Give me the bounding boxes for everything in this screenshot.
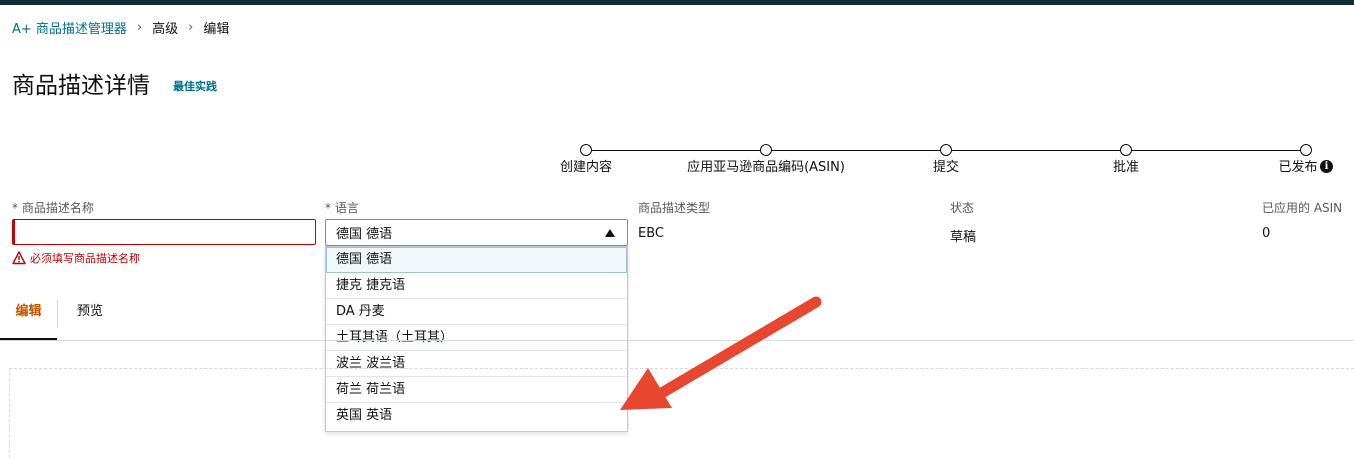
tab-edit[interactable]: 编辑 xyxy=(0,298,57,340)
step-dot-submit xyxy=(940,144,952,156)
status-label: 状态 xyxy=(950,201,975,215)
applied-asin-value: 0 xyxy=(1262,226,1271,241)
language-field-label: * 语言 xyxy=(325,201,359,215)
step-dot-apply-asin xyxy=(760,144,772,156)
tab-bar: 编辑 预览 xyxy=(0,298,1354,341)
top-bar xyxy=(0,0,1354,5)
applied-asin-label: 已应用的 ASIN xyxy=(1262,201,1343,215)
step-label-create: 创建内容 xyxy=(559,160,613,175)
step-label-published: 已发布 xyxy=(1278,160,1318,175)
language-option-cz[interactable]: 捷克 捷克语 xyxy=(326,273,627,299)
editor-drop-area[interactable] xyxy=(9,368,1354,458)
language-select[interactable]: 德国 德语 xyxy=(325,219,628,246)
caret-up-icon xyxy=(605,229,615,237)
step-label-approve: 批准 xyxy=(1112,160,1140,175)
name-error-message: 必须填写商品描述名称 xyxy=(12,250,140,266)
language-option-de[interactable]: 德国 德语 xyxy=(326,247,627,273)
breadcrumb-item-manager[interactable]: A+ 商品描述管理器 xyxy=(12,18,127,37)
language-selected-value: 德国 德语 xyxy=(336,227,393,242)
chevron-right-icon: › xyxy=(136,19,143,35)
best-practices-link[interactable]: 最佳实践 xyxy=(173,78,217,94)
name-error-text: 必须填写商品描述名称 xyxy=(30,252,140,265)
step-dot-approve xyxy=(1120,144,1132,156)
breadcrumb-item-edit: 编辑 xyxy=(203,21,230,37)
content-type-value: EBC xyxy=(638,226,664,241)
progress-stepper: 创建内容 应用亚马逊商品编码(ASIN) 提交 批准 已发布 i xyxy=(540,140,1350,180)
name-input[interactable] xyxy=(12,219,316,245)
name-field-label: * 商品描述名称 xyxy=(12,201,94,215)
page-title: 商品描述详情 xyxy=(12,73,150,99)
info-icon[interactable]: i xyxy=(1320,160,1333,173)
tab-preview[interactable]: 预览 xyxy=(58,298,122,340)
breadcrumb-item-advanced: 高级 xyxy=(152,21,179,37)
step-dot-create xyxy=(580,144,592,156)
step-label-apply-asin: 应用亚马逊商品编码(ASIN) xyxy=(687,160,845,175)
warning-icon xyxy=(12,251,26,265)
breadcrumb: A+ 商品描述管理器 › 高级 › 编辑 xyxy=(12,18,230,37)
chevron-right-icon: › xyxy=(188,19,194,35)
status-value: 草稿 xyxy=(950,230,977,245)
content-type-label: 商品描述类型 xyxy=(638,201,711,215)
step-label-submit: 提交 xyxy=(932,160,960,175)
step-dot-published xyxy=(1300,144,1312,156)
